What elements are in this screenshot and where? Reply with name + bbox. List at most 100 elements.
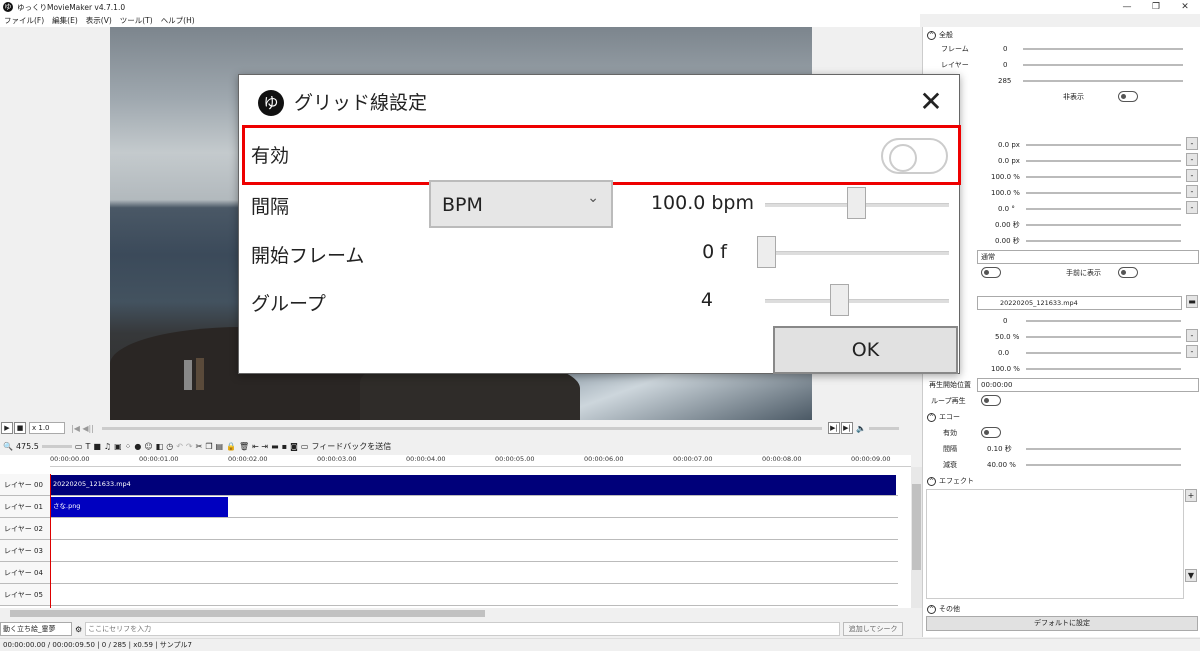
effect-list[interactable]: [926, 489, 1184, 599]
save-icon[interactable]: ▪: [282, 442, 287, 451]
audio-icon[interactable]: ♫: [104, 442, 111, 451]
loop-toggle[interactable]: [981, 395, 1001, 406]
zoom-menu-button[interactable]: -: [1186, 169, 1198, 182]
x-slider[interactable]: [1026, 144, 1181, 146]
image-icon[interactable]: ▣: [114, 442, 122, 451]
interval-slider-thumb[interactable]: [847, 187, 866, 219]
shape-icon[interactable]: ◧: [156, 442, 164, 451]
end-button[interactable]: ▶|: [840, 422, 853, 434]
echo-interval-slider[interactable]: [1026, 448, 1181, 450]
undo-icon[interactable]: ↶: [176, 442, 183, 451]
move-down-button[interactable]: ▼: [1185, 569, 1197, 582]
group-slider-thumb[interactable]: [830, 284, 849, 316]
interval-mode-select[interactable]: BPM ⌄: [429, 180, 613, 228]
layer-row[interactable]: [50, 562, 898, 584]
open-folder-button[interactable]: ▬: [1186, 295, 1198, 308]
rotation-menu-button[interactable]: -: [1186, 201, 1198, 214]
character-icon[interactable]: ●: [134, 442, 141, 451]
close-window-button[interactable]: ✕: [1171, 0, 1199, 14]
menu-edit[interactable]: 編集(E): [48, 14, 82, 27]
param-menu-button[interactable]: -: [1186, 345, 1198, 358]
menu-tools[interactable]: ツール(T): [116, 14, 157, 27]
layer-label[interactable]: レイヤー 00: [0, 474, 50, 496]
param-menu-button[interactable]: -: [1186, 329, 1198, 342]
character-settings-icon[interactable]: ⚙: [75, 625, 82, 634]
y-slider[interactable]: [1026, 160, 1181, 162]
collapse-icon[interactable]: ^: [927, 605, 936, 614]
zoom-field-slider[interactable]: [1026, 176, 1181, 178]
grid-icon[interactable]: ⁘: [125, 442, 132, 451]
video-clip[interactable]: 20220205_121633.mp4: [50, 475, 896, 495]
next-frame-button[interactable]: ▶|: [827, 422, 840, 434]
front-toggle[interactable]: [1118, 267, 1138, 278]
length-slider[interactable]: [1023, 80, 1183, 82]
split-icon[interactable]: ⇤ ⇥: [252, 442, 268, 451]
redo-icon[interactable]: ↷: [186, 442, 193, 451]
seek-bar[interactable]: [101, 426, 822, 430]
collapse-icon[interactable]: ^: [927, 477, 936, 486]
menu-file[interactable]: ファイル(F): [0, 14, 48, 27]
clock-icon[interactable]: ◷: [166, 442, 173, 451]
rotation-slider[interactable]: [1026, 208, 1181, 210]
speaker-icon[interactable]: 🔈: [856, 424, 866, 433]
delete-icon[interactable]: 🗑: [239, 442, 249, 451]
paste-icon[interactable]: ▤: [215, 442, 223, 451]
add-and-seek-button[interactable]: 追加してシーク: [843, 622, 904, 636]
feedback-icon[interactable]: ▭: [301, 442, 309, 451]
copy-icon[interactable]: ❐: [205, 442, 212, 451]
hidden-toggle[interactable]: [1118, 91, 1138, 102]
group-slider[interactable]: [765, 299, 949, 303]
x-menu-button[interactable]: -: [1186, 137, 1198, 150]
layer-row[interactable]: 20220205_121633.mp4: [50, 474, 898, 496]
layer-label[interactable]: レイヤー 04: [0, 562, 50, 584]
echo-toggle[interactable]: [981, 427, 1001, 438]
scroll-thumb[interactable]: [10, 610, 485, 617]
blend-select[interactable]: 通常: [977, 250, 1199, 264]
playhead[interactable]: [50, 474, 51, 608]
minimize-button[interactable]: —: [1113, 0, 1141, 14]
param-slider[interactable]: [1026, 320, 1181, 322]
feedback-button[interactable]: フィードバックを送信: [311, 441, 391, 452]
default-button[interactable]: デフォルトに設定: [926, 616, 1198, 631]
cut-icon[interactable]: ✂: [196, 442, 203, 451]
echo-decay-slider[interactable]: [1026, 464, 1181, 466]
param-slider[interactable]: [1026, 336, 1181, 338]
file-select[interactable]: 20220205_121633.mp4: [977, 296, 1182, 310]
layer-label[interactable]: レイヤー 01: [0, 496, 50, 518]
param-slider[interactable]: [1026, 368, 1181, 370]
lock-icon[interactable]: 🔒: [226, 442, 236, 451]
layer-row[interactable]: [50, 518, 898, 540]
layer-label[interactable]: レイヤー 05: [0, 584, 50, 606]
character-select[interactable]: 動く立ち絵_霊夢: [0, 622, 72, 636]
timeline-vertical-scrollbar[interactable]: [911, 467, 922, 608]
play-start-input[interactable]: 00:00:00: [977, 378, 1199, 392]
face-icon[interactable]: ☺: [144, 442, 152, 451]
opacity-menu-button[interactable]: -: [1186, 185, 1198, 198]
play-button[interactable]: ▶: [1, 422, 13, 434]
frame-slider[interactable]: [1023, 48, 1183, 50]
text-icon[interactable]: T: [85, 442, 90, 451]
ok-button[interactable]: OK: [773, 326, 958, 374]
y-menu-button[interactable]: -: [1186, 153, 1198, 166]
collapse-icon[interactable]: ^: [927, 413, 936, 422]
maximize-button[interactable]: ❐: [1142, 0, 1170, 14]
layer-row[interactable]: さな.png: [50, 496, 898, 518]
start-frame-slider-thumb[interactable]: [757, 236, 776, 268]
layer-slider[interactable]: [1023, 64, 1183, 66]
add-effect-button[interactable]: +: [1185, 489, 1197, 502]
image-clip[interactable]: さな.png: [50, 497, 228, 517]
timeline-ruler[interactable]: 00:00:00.00 00:00:01.00 00:00:02.00 00:0…: [50, 455, 911, 467]
layer-row[interactable]: [50, 540, 898, 562]
prev-frame-icon[interactable]: |◀ ◀||: [71, 424, 94, 433]
camera-icon[interactable]: ◙: [290, 442, 298, 451]
timeline-horizontal-scrollbar[interactable]: [0, 608, 920, 619]
zoom-slider[interactable]: [41, 444, 72, 448]
menu-view[interactable]: 表示(V): [82, 14, 116, 27]
scroll-thumb[interactable]: [912, 484, 921, 570]
video-icon[interactable]: ■: [93, 442, 101, 451]
collapse-icon[interactable]: ^: [927, 31, 936, 40]
folder-icon[interactable]: ▬: [271, 442, 279, 451]
dialog-close-button[interactable]: ✕: [913, 85, 949, 121]
fadein-slider[interactable]: [1026, 224, 1181, 226]
comment-icon[interactable]: ▭: [75, 442, 83, 451]
